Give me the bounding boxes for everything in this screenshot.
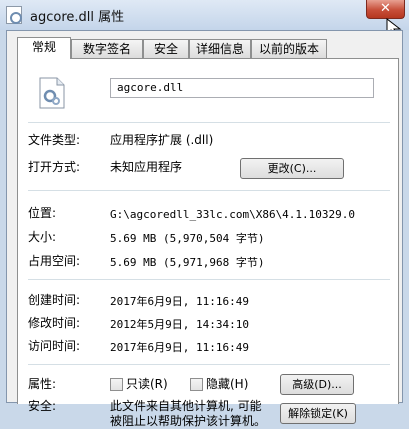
open-with-value: 未知应用程序	[110, 160, 183, 174]
window-title: agcore.dll 属性	[30, 10, 125, 25]
dll-file-icon	[39, 77, 65, 109]
title-bar[interactable]: agcore.dll 属性 ✕	[0, 0, 409, 38]
created-value: 2017年6月9日, 11:16:49	[110, 295, 249, 308]
separator	[28, 122, 390, 123]
size-label: 大小:	[28, 230, 57, 244]
advanced-button[interactable]: 高级(D)...	[280, 374, 354, 395]
filename-field[interactable]: agcore.dll	[110, 78, 374, 98]
tab-details[interactable]: 详细信息	[189, 39, 251, 58]
accessed-value: 2017年6月9日, 11:16:49	[110, 341, 249, 354]
dll-file-icon	[6, 6, 22, 24]
security-warning-line1: 此文件来自其他计算机, 可能	[110, 399, 262, 413]
modified-label: 修改时间:	[28, 316, 81, 330]
hidden-label[interactable]: 隐藏(H)	[206, 377, 248, 392]
unblock-button[interactable]: 解除锁定(K)	[280, 403, 356, 424]
readonly-label[interactable]: 只读(R)	[126, 377, 168, 392]
disk-size-label: 占用空间:	[28, 254, 81, 268]
file-type-label: 文件类型:	[28, 133, 81, 147]
modified-value: 2012年5月9日, 14:34:10	[110, 318, 249, 331]
separator	[28, 279, 390, 280]
location-value: G:\agcoredll_33lc.com\X86\4.1.10329.0	[110, 208, 356, 221]
close-button[interactable]: ✕	[366, 0, 405, 19]
readonly-checkbox[interactable]	[110, 378, 123, 391]
location-label: 位置:	[28, 206, 57, 220]
change-button[interactable]: 更改(C)...	[240, 158, 344, 179]
file-type-value: 应用程序扩展 (.dll)	[110, 133, 214, 147]
tab-bar: 常规 数字签名 安全 详细信息 以前的版本	[17, 37, 397, 59]
security-label: 安全:	[28, 399, 57, 413]
tab-general[interactable]: 常规	[17, 37, 71, 59]
tab-previous-versions[interactable]: 以前的版本	[251, 39, 327, 58]
dialog-body: 常规 数字签名 安全 详细信息 以前的版本 agcore.dll 文件类型: 应…	[6, 30, 403, 428]
created-label: 创建时间:	[28, 293, 81, 307]
tab-security[interactable]: 安全	[143, 39, 189, 58]
hidden-checkbox[interactable]	[190, 378, 203, 391]
open-with-label: 打开方式:	[28, 160, 81, 174]
security-warning-line2: 被阻止以帮助保护该计算机。	[110, 414, 267, 428]
close-icon: ✕	[380, 1, 391, 16]
separator	[28, 190, 390, 191]
accessed-label: 访问时间:	[28, 339, 81, 353]
separator	[28, 364, 390, 365]
size-value: 5.69 MB (5,970,504 字节)	[110, 232, 265, 245]
general-tab-panel: agcore.dll 文件类型: 应用程序扩展 (.dll) 打开方式: 未知应…	[17, 58, 399, 428]
tab-digital-signatures[interactable]: 数字签名	[71, 39, 143, 58]
disk-size-value: 5.69 MB (5,971,968 字节)	[110, 256, 265, 269]
attributes-label: 属性:	[28, 377, 57, 391]
